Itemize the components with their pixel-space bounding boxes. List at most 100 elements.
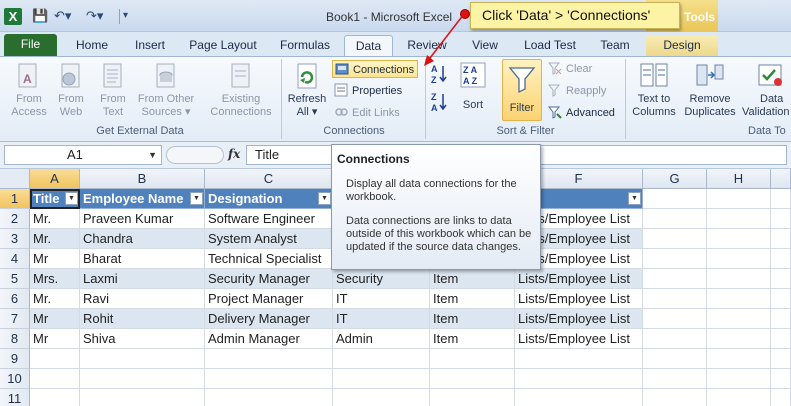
empty-cell[interactable] — [707, 389, 771, 406]
empty-cell[interactable] — [205, 349, 333, 369]
empty-cell[interactable] — [771, 389, 791, 406]
empty-cell[interactable] — [515, 349, 643, 369]
column-header[interactable]: H — [707, 169, 771, 189]
empty-cell[interactable] — [707, 249, 771, 269]
empty-cell[interactable] — [643, 209, 707, 229]
table-header-cell[interactable]: Employee Name ▼ — [80, 189, 205, 209]
filter-dropdown-icon[interactable]: ▼ — [628, 192, 641, 205]
empty-cell[interactable] — [771, 229, 791, 249]
tab-load-test[interactable]: Load Test — [518, 35, 582, 56]
empty-cell[interactable] — [80, 369, 205, 389]
name-box[interactable]: A1 ▼ — [4, 145, 162, 165]
column-header[interactable] — [771, 169, 791, 189]
table-cell[interactable]: Item — [430, 309, 515, 329]
filter-button[interactable]: Filter — [502, 59, 542, 121]
column-header[interactable]: C — [205, 169, 333, 189]
table-cell[interactable]: Mr. — [30, 229, 80, 249]
from-web-button[interactable]: From Web — [52, 61, 90, 119]
empty-cell[interactable] — [333, 369, 430, 389]
refresh-all-button[interactable]: Refresh All ▾ — [284, 61, 330, 119]
empty-cell[interactable] — [707, 289, 771, 309]
empty-cell[interactable] — [771, 309, 791, 329]
empty-cell[interactable] — [707, 269, 771, 289]
from-access-button[interactable]: A From Access — [6, 61, 52, 119]
select-all-corner[interactable] — [0, 169, 30, 189]
empty-cell[interactable] — [771, 369, 791, 389]
empty-cell[interactable] — [515, 369, 643, 389]
empty-cell[interactable] — [80, 349, 205, 369]
filter-dropdown-icon[interactable]: ▼ — [65, 192, 78, 205]
table-cell[interactable]: Mr — [30, 249, 80, 269]
empty-cell[interactable] — [707, 189, 771, 209]
undo-icon[interactable]: ↶▾ — [54, 8, 71, 24]
sort-za-button[interactable]: ZA — [430, 91, 450, 113]
row-header[interactable]: 8 — [0, 329, 30, 349]
table-cell[interactable]: Delivery Manager — [205, 309, 333, 329]
table-cell[interactable]: Lists/Employee List — [515, 309, 643, 329]
row-header[interactable]: 11 — [0, 389, 30, 406]
empty-cell[interactable] — [333, 389, 430, 406]
empty-cell[interactable] — [430, 389, 515, 406]
empty-cell[interactable] — [771, 249, 791, 269]
table-cell[interactable]: Lists/Employee List — [515, 269, 643, 289]
empty-cell[interactable] — [205, 369, 333, 389]
table-cell[interactable]: Chandra — [80, 229, 205, 249]
table-cell[interactable]: Bharat — [80, 249, 205, 269]
empty-cell[interactable] — [771, 189, 791, 209]
column-header[interactable]: A — [30, 169, 80, 189]
table-cell[interactable]: Item — [430, 269, 515, 289]
empty-cell[interactable] — [30, 389, 80, 406]
table-cell[interactable]: Mr. — [30, 209, 80, 229]
filter-dropdown-icon[interactable]: ▼ — [190, 192, 203, 205]
tab-team[interactable]: Team — [594, 35, 636, 56]
empty-cell[interactable] — [643, 249, 707, 269]
empty-cell[interactable] — [80, 389, 205, 406]
table-header-cell[interactable]: Title ▼ — [30, 189, 80, 209]
empty-cell[interactable] — [707, 369, 771, 389]
table-cell[interactable]: Laxmi — [80, 269, 205, 289]
empty-cell[interactable] — [771, 349, 791, 369]
advanced-filter-button[interactable]: Advanced — [547, 104, 615, 122]
empty-cell[interactable] — [643, 369, 707, 389]
empty-cell[interactable] — [430, 369, 515, 389]
empty-cell[interactable] — [643, 309, 707, 329]
row-header[interactable]: 7 — [0, 309, 30, 329]
table-cell[interactable]: Security Manager — [205, 269, 333, 289]
empty-cell[interactable] — [707, 309, 771, 329]
empty-cell[interactable] — [643, 189, 707, 209]
tab-insert[interactable]: Insert — [128, 35, 172, 56]
customize-qat-icon[interactable]: ▾ — [123, 8, 128, 24]
empty-cell[interactable] — [707, 329, 771, 349]
empty-cell[interactable] — [430, 349, 515, 369]
empty-cell[interactable] — [643, 329, 707, 349]
empty-cell[interactable] — [771, 269, 791, 289]
empty-cell[interactable] — [643, 229, 707, 249]
table-cell[interactable]: Project Manager — [205, 289, 333, 309]
redo-icon[interactable]: ↷▾ — [86, 8, 103, 24]
table-cell[interactable]: Rohit — [80, 309, 205, 329]
empty-cell[interactable] — [707, 349, 771, 369]
table-cell[interactable]: Admin Manager — [205, 329, 333, 349]
existing-connections-button[interactable]: Existing Connections — [206, 61, 276, 119]
table-cell[interactable]: Mr — [30, 309, 80, 329]
save-icon[interactable]: 💾 — [32, 8, 48, 24]
sort-az-button[interactable]: AZ — [430, 63, 450, 85]
table-cell[interactable]: IT — [333, 289, 430, 309]
tab-file[interactable]: File — [4, 34, 57, 56]
row-header[interactable]: 2 — [0, 209, 30, 229]
column-header[interactable]: G — [643, 169, 707, 189]
table-cell[interactable]: Item — [430, 289, 515, 309]
empty-cell[interactable] — [771, 329, 791, 349]
text-to-columns-button[interactable]: Text to Columns — [629, 61, 679, 119]
empty-cell[interactable] — [643, 389, 707, 406]
filter-dropdown-icon[interactable]: ▼ — [318, 192, 331, 205]
table-cell[interactable]: Security — [333, 269, 430, 289]
table-cell[interactable]: Item — [430, 329, 515, 349]
insert-function-icon[interactable]: fx — [228, 147, 240, 161]
table-cell[interactable]: Mr — [30, 329, 80, 349]
row-header[interactable]: 9 — [0, 349, 30, 369]
properties-button[interactable]: Properties — [334, 82, 402, 100]
table-cell[interactable]: Lists/Employee List — [515, 329, 643, 349]
empty-cell[interactable] — [643, 269, 707, 289]
empty-cell[interactable] — [643, 289, 707, 309]
